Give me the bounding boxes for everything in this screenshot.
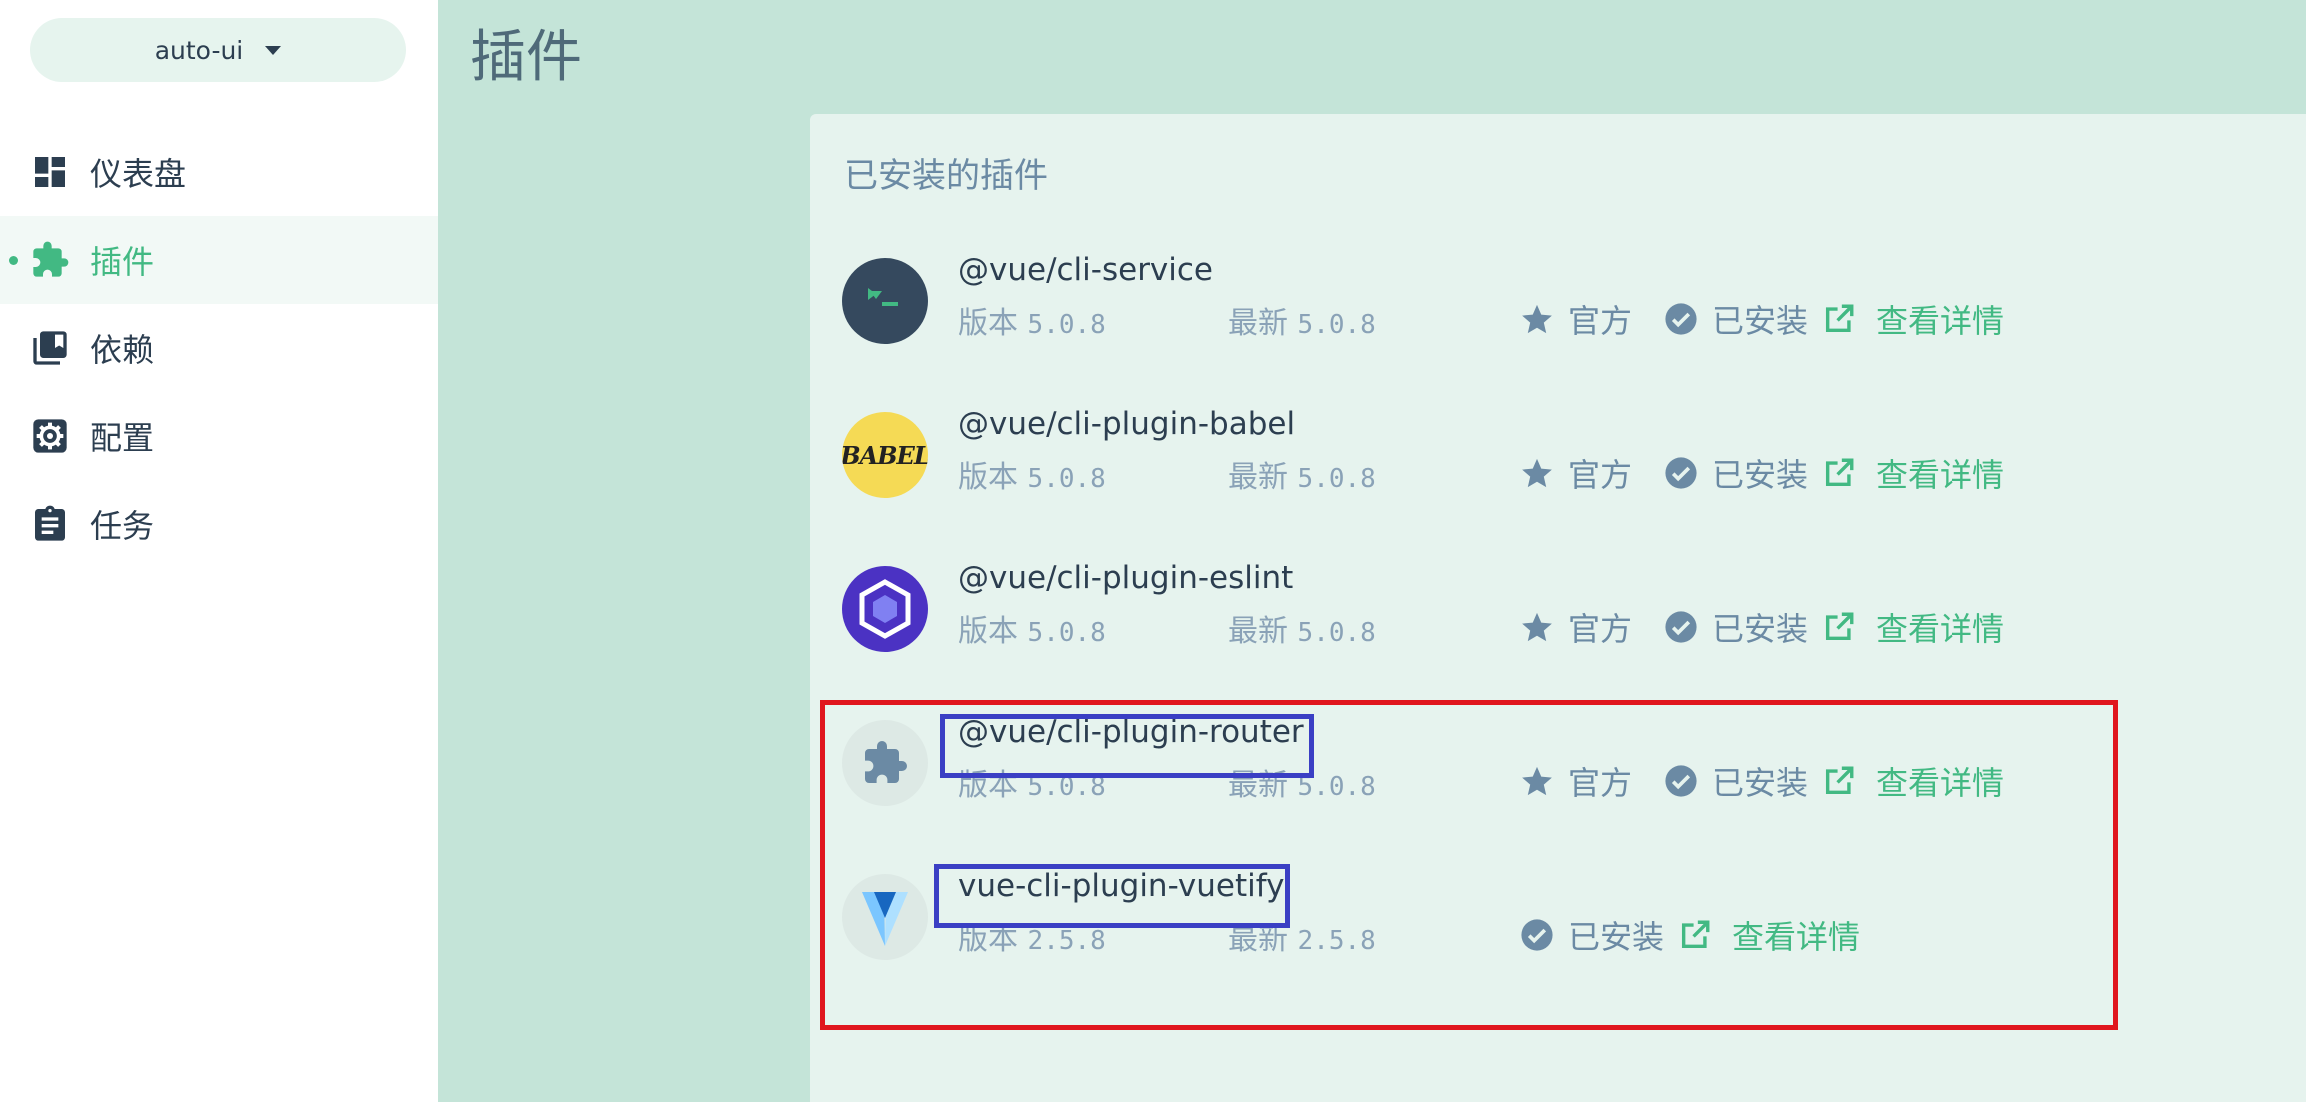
official-badge: 官方	[1520, 450, 1632, 496]
panel-title: 已安装的插件	[844, 156, 1048, 196]
sidebar-item-label: 配置	[90, 419, 155, 457]
vue-cli-terminal-icon	[842, 258, 928, 344]
sidebar: auto-ui 仪表盘 插件 依赖 配置 任务	[0, 0, 438, 1102]
installed-badge: 已安装	[1664, 450, 1808, 496]
plugin-name: @vue/cli-service	[958, 252, 1214, 288]
babel-logo-icon: BABEL	[842, 412, 928, 498]
official-badge: 官方	[1520, 604, 1632, 650]
view-details-link[interactable]: 查看详情	[1822, 296, 2004, 342]
plugin-version: 版本 5.0.8	[958, 460, 1106, 495]
sidebar-item-tasks[interactable]: 任务	[0, 480, 438, 568]
check-circle-icon	[1664, 302, 1698, 336]
star-icon	[1520, 456, 1554, 490]
open-in-new-icon	[1822, 610, 1856, 644]
sidebar-item-label: 插件	[90, 243, 155, 281]
view-details-link[interactable]: 查看详情	[1822, 604, 2004, 650]
puzzle-icon	[30, 240, 70, 280]
plugin-latest: 最新 5.0.8	[1228, 306, 1376, 341]
star-icon	[1520, 302, 1554, 336]
plugin-name: @vue/cli-plugin-eslint	[958, 560, 1294, 596]
open-in-new-icon	[1822, 456, 1856, 490]
library-icon	[30, 328, 70, 368]
sidebar-item-dashboard[interactable]: 仪表盘	[0, 128, 438, 216]
highlight-box-blue	[940, 714, 1314, 778]
sidebar-item-label: 依赖	[90, 331, 155, 369]
project-name: auto-ui	[154, 35, 244, 65]
plugin-latest: 最新 5.0.8	[1228, 614, 1376, 649]
plugin-version: 版本 5.0.8	[958, 614, 1106, 649]
sidebar-item-label: 仪表盘	[90, 155, 187, 193]
plugin-item[interactable]: @vue/cli-service 版本 5.0.8 最新 5.0.8 官方 已安…	[810, 220, 2306, 374]
dashboard-icon	[30, 152, 70, 192]
installed-badge: 已安装	[1664, 296, 1808, 342]
view-details-link[interactable]: 查看详情	[1822, 450, 2004, 496]
highlight-box-blue	[934, 864, 1290, 928]
page-title: 插件	[470, 25, 582, 90]
installed-badge: 已安装	[1664, 604, 1808, 650]
sidebar-item-configuration[interactable]: 配置	[0, 392, 438, 480]
plugin-name: @vue/cli-plugin-babel	[958, 406, 1296, 442]
clipboard-icon	[30, 504, 70, 544]
chevron-down-icon	[265, 45, 282, 55]
check-circle-icon	[1664, 610, 1698, 644]
active-indicator	[9, 256, 18, 265]
plugin-version: 版本 5.0.8	[958, 306, 1106, 341]
open-in-new-icon	[1822, 302, 1856, 336]
sidebar-item-label: 任务	[90, 507, 155, 545]
plugin-item[interactable]: BABEL @vue/cli-plugin-babel 版本 5.0.8 最新 …	[810, 374, 2306, 528]
gear-icon	[30, 416, 70, 456]
sidebar-item-plugins[interactable]: 插件	[0, 216, 438, 304]
project-selector[interactable]: auto-ui	[30, 18, 406, 82]
plugin-item[interactable]: @vue/cli-plugin-eslint 版本 5.0.8 最新 5.0.8…	[810, 528, 2306, 682]
check-circle-icon	[1664, 456, 1698, 490]
plugin-latest: 最新 5.0.8	[1228, 460, 1376, 495]
sidebar-item-dependencies[interactable]: 依赖	[0, 304, 438, 392]
star-icon	[1520, 610, 1554, 644]
sidebar-nav: 仪表盘 插件 依赖 配置 任务	[0, 128, 438, 568]
official-badge: 官方	[1520, 296, 1632, 342]
eslint-logo-icon	[842, 566, 928, 652]
